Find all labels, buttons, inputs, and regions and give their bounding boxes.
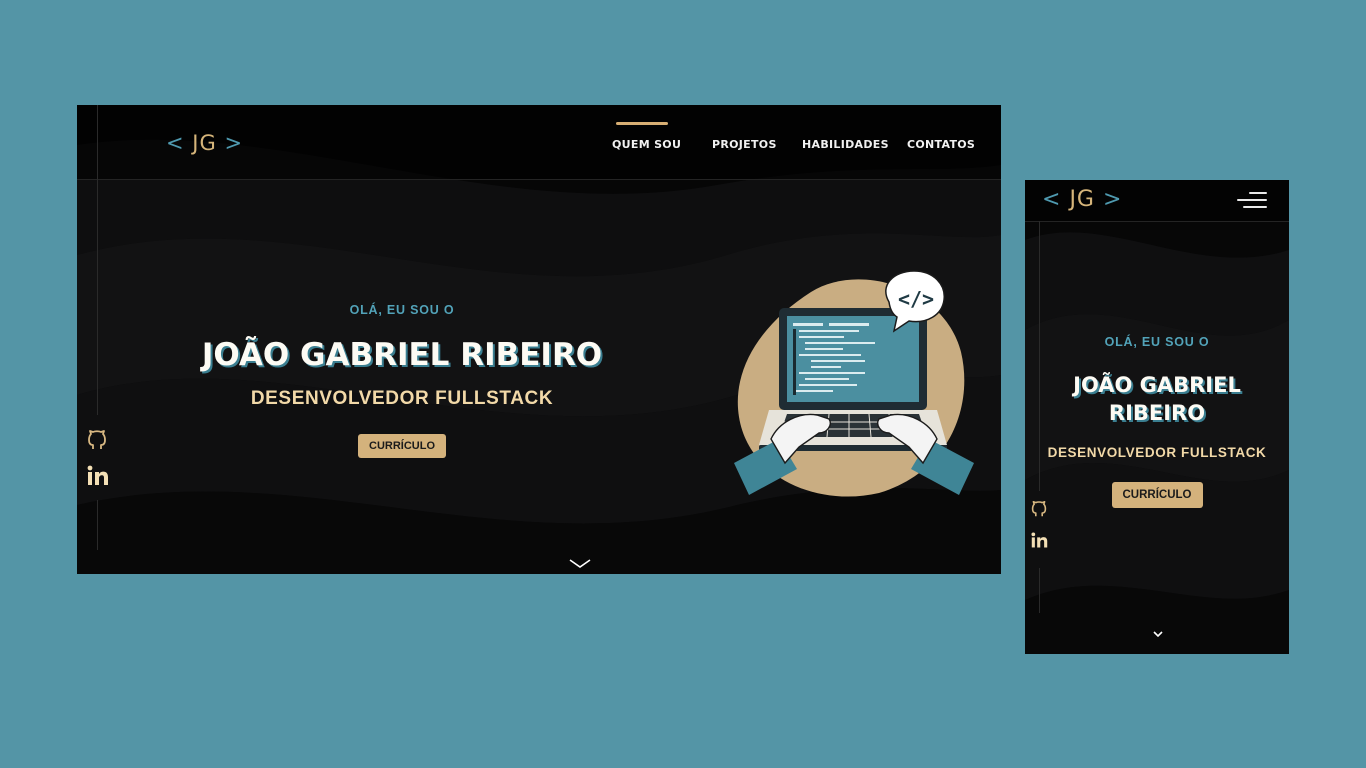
hero-name: JOÃO GABRIEL RIBEIRO [201,337,603,373]
top-navbar: < JG > QUEM SOU PROJETOS HABILIDADES CON… [77,105,1001,180]
mobile-navbar: < JG > [1025,180,1289,222]
logo-bracket-open: < [1042,187,1062,212]
hero-section-mobile: OLÁ, EU SOU O JOÃO GABRIEL RIBEIRO DESEN… [1025,335,1289,508]
hamburger-menu-icon[interactable] [1237,192,1267,210]
side-divider-bottom-mobile [1039,568,1040,613]
logo-initials: JG [1069,187,1095,212]
nav-link-contatos[interactable]: CONTATOS [907,138,975,151]
hero-role: DESENVOLVEDOR FULLSTACK [1047,445,1267,460]
developer-laptop-illustration: </> [734,270,974,497]
github-icon[interactable] [87,429,107,451]
logo-bracket-close: > [224,131,244,155]
nav-link-quem-sou[interactable]: QUEM SOU [612,138,681,151]
linkedin-icon[interactable] [87,465,109,487]
social-links [87,429,109,487]
chevron-down-icon[interactable] [1153,631,1163,637]
curriculo-button[interactable]: CURRÍCULO [1111,482,1203,508]
nav-active-indicator [616,122,668,125]
hero-name-line-2: RIBEIRO [1108,401,1206,425]
logo-initials: JG [192,131,217,155]
svg-text:</>: </> [898,287,934,311]
nav-link-projetos[interactable]: PROJETOS [712,138,777,151]
side-divider-top [97,105,98,415]
mobile-preview: < JG > OLÁ, EU SOU O JOÃO GABRIEL RIBEIR… [1025,180,1289,654]
nav-link-habilidades[interactable]: HABILIDADES [802,138,889,151]
curriculo-button[interactable]: CURRÍCULO [358,434,446,458]
side-divider-bottom [97,500,98,550]
logo-bracket-open: < [166,131,185,155]
hero-name-line-1: JOÃO GABRIEL [1073,373,1241,397]
hero-section: OLÁ, EU SOU O JOÃO GABRIEL RIBEIRO DESEN… [167,303,637,458]
hero-name: JOÃO GABRIEL RIBEIRO [1025,371,1289,427]
hero-greeting: OLÁ, EU SOU O [349,303,455,317]
logo-bracket-close: > [1102,187,1123,212]
hero-role: DESENVOLVEDOR FULLSTACK [250,388,554,409]
hero-greeting: OLÁ, EU SOU O [1104,335,1210,349]
linkedin-icon[interactable] [1031,532,1048,549]
site-logo-mobile[interactable]: < JG > [1042,187,1122,212]
site-logo[interactable]: < JG > [166,131,243,155]
chevron-down-icon[interactable] [569,559,591,569]
desktop-preview: < JG > QUEM SOU PROJETOS HABILIDADES CON… [77,105,1001,574]
